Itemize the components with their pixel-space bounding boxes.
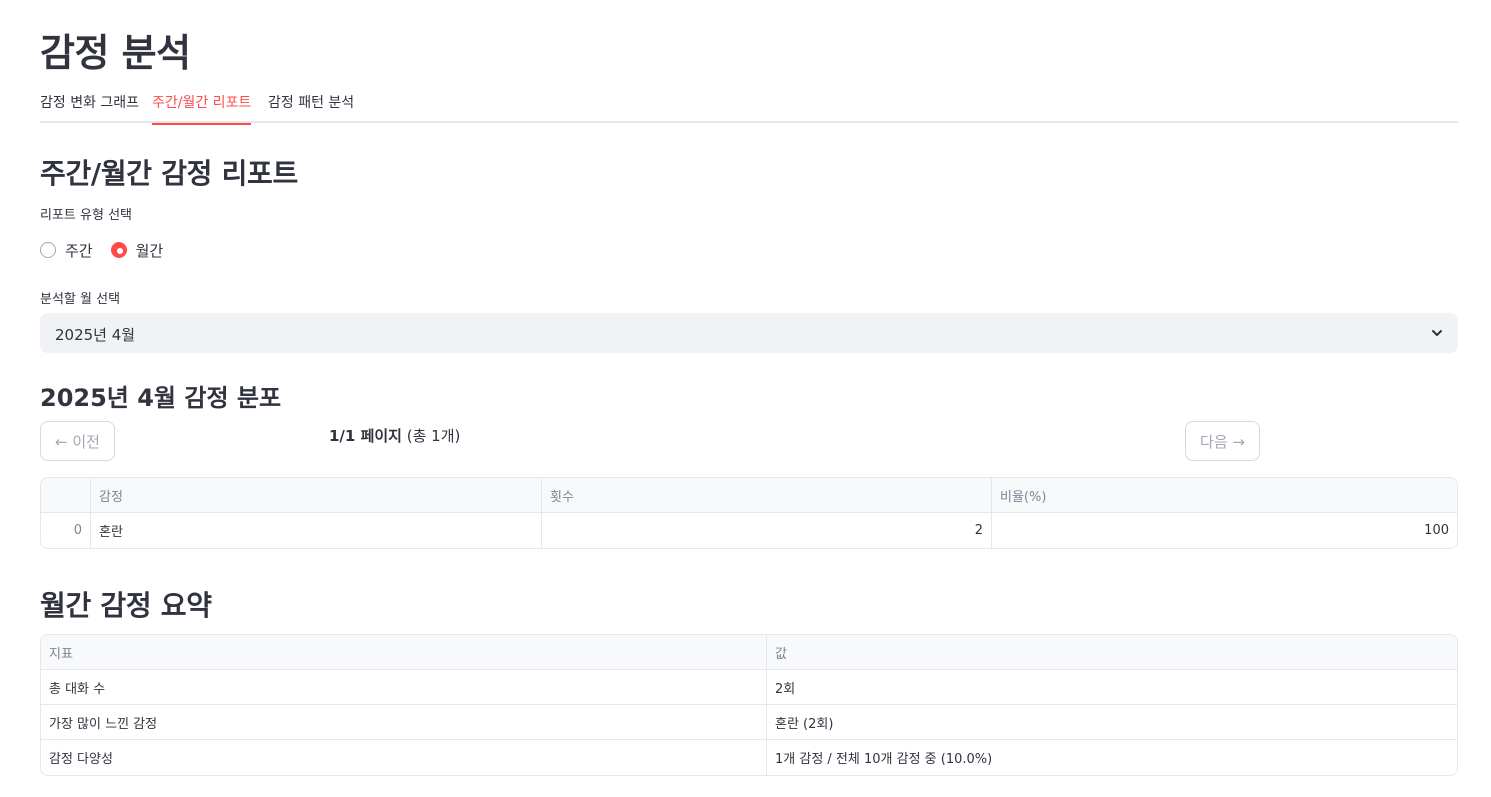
radio-weekly[interactable]: 주간 [40,240,93,261]
cell-count[interactable]: 2 [542,513,992,548]
report-heading: 주간/월간 감정 리포트 [40,157,298,190]
page-indicator-total: (총 1개) [401,427,461,445]
month-select-label: 분석할 월 선택 [40,292,121,307]
cell-value[interactable]: 1개 감정 / 전체 10개 감정 중 (10.0%) [767,740,1457,775]
table-row: 총 대화 수 2회 [41,670,1457,705]
row-index: 0 [41,513,91,548]
cell-value[interactable]: 2회 [767,670,1457,704]
cell-ratio[interactable]: 100 [992,513,1457,548]
tab-emotion-graph[interactable]: 감정 변화 그래프 [40,92,139,123]
column-header-value[interactable]: 값 [767,635,1457,669]
month-select[interactable]: 2025년 4월 [40,313,1458,353]
radio-monthly[interactable]: 월간 [110,240,164,261]
report-type-radio-group: 주간 월간 [40,239,181,261]
cell-emotion[interactable]: 혼란 [91,513,542,548]
table-header-row: 지표 값 [41,635,1457,670]
page-indicator: 1/1 페이지 (총 1개) [329,425,460,446]
next-page-button[interactable]: 다음 → [1185,421,1260,461]
month-select-value: 2025년 4월 [55,326,136,344]
page-title: 감정 분석 [40,31,191,75]
column-header-emotion[interactable]: 감정 [91,478,542,512]
prev-page-button[interactable]: ← 이전 [40,421,115,461]
tab-weekly-monthly-report[interactable]: 주간/월간 리포트 [152,92,252,125]
summary-heading: 월간 감정 요약 [40,589,212,622]
column-header-count[interactable]: 횟수 [542,478,992,512]
report-type-label: 리포트 유형 선택 [40,208,132,223]
page-indicator-current: 1/1 페이지 [329,427,402,445]
summary-table: 지표 값 총 대화 수 2회 가장 많이 느낀 감정 혼란 (2회) 감정 다양… [40,634,1458,776]
table-header-row: 감정 횟수 비율(%) [41,478,1457,513]
cell-metric[interactable]: 총 대화 수 [41,670,767,704]
chevron-down-icon [1432,330,1442,336]
radio-weekly-label: 주간 [65,241,93,260]
radio-unchecked-icon [40,242,56,258]
radio-monthly-label: 월간 [135,241,164,260]
table-row: 0 혼란 2 100 [41,513,1457,548]
cell-metric[interactable]: 감정 다양성 [41,740,767,775]
cell-value[interactable]: 혼란 (2회) [767,705,1457,739]
tab-emotion-pattern[interactable]: 감정 패턴 분석 [268,92,354,123]
cell-metric[interactable]: 가장 많이 느낀 감정 [41,705,767,739]
radio-checked-icon [110,242,127,258]
column-header-metric[interactable]: 지표 [41,635,767,669]
column-header-ratio[interactable]: 비율(%) [992,478,1457,512]
distribution-table: 감정 횟수 비율(%) 0 혼란 2 100 [40,477,1458,549]
column-header-index[interactable] [41,478,91,512]
distribution-heading: 2025년 4월 감정 분포 [40,384,282,412]
table-row: 가장 많이 느낀 감정 혼란 (2회) [41,705,1457,740]
table-row: 감정 다양성 1개 감정 / 전체 10개 감정 중 (10.0%) [41,740,1457,775]
tab-bar: 감정 변화 그래프 주간/월간 리포트 감정 패턴 분석 [40,88,1458,125]
